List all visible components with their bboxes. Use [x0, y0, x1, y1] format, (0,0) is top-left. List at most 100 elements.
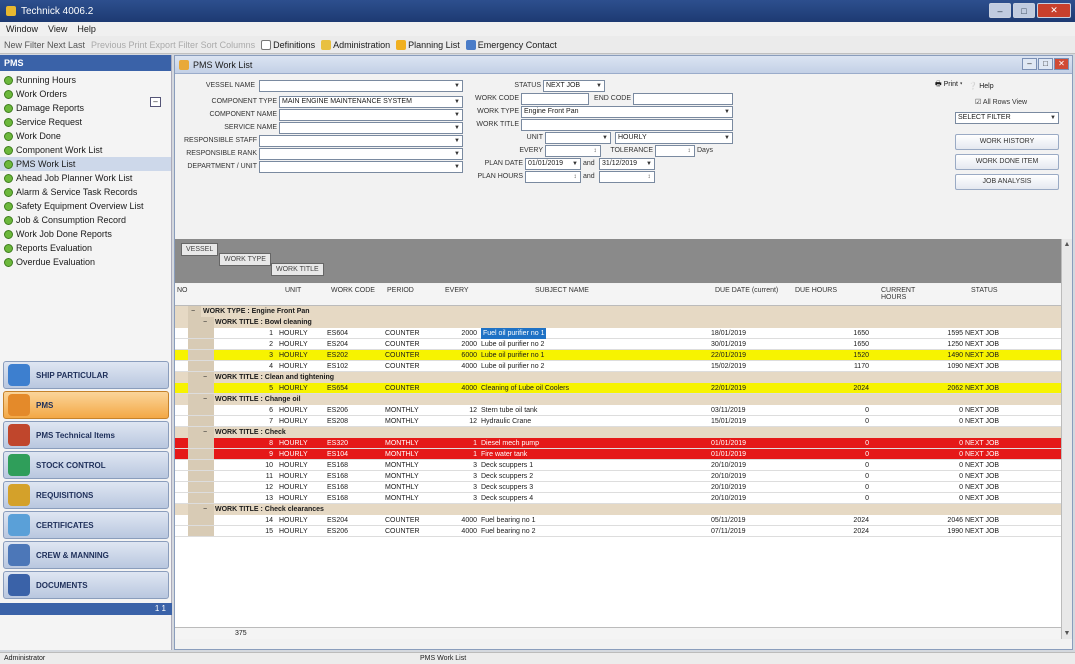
help-button[interactable]: ❔ Help: [969, 82, 994, 90]
menu-window[interactable]: Window: [6, 24, 38, 34]
group-chip-work-title[interactable]: WORK TITLE: [271, 263, 324, 276]
table-row[interactable]: 11 HOURLY ES168 MONTHLY 3 Deck scuppers 2 20/1…: [175, 471, 1061, 482]
module-button[interactable]: PMS: [3, 391, 169, 419]
plan-hours-from[interactable]: ↕: [525, 171, 581, 183]
col-header-due-date[interactable]: DUE DATE (current): [715, 287, 778, 294]
child-close-button[interactable]: ✕: [1054, 58, 1069, 70]
emergency-contact-button[interactable]: Emergency Contact: [465, 39, 557, 50]
collapse-group-icon[interactable]: −: [203, 427, 207, 438]
plan-date-to[interactable]: 31/12/2019 ▼: [599, 158, 655, 170]
child-restore-button[interactable]: □: [1038, 58, 1053, 70]
sidebar-item[interactable]: Reports Evaluation: [0, 241, 171, 255]
module-button[interactable]: CERTIFICATES: [3, 511, 169, 539]
vertical-scrollbar[interactable]: ▲ ▼: [1061, 239, 1072, 639]
work-title-input[interactable]: [521, 119, 733, 131]
module-button[interactable]: DOCUMENTS: [3, 571, 169, 599]
col-header-no[interactable]: NO: [177, 287, 188, 294]
sidebar-item[interactable]: Running Hours: [0, 73, 171, 87]
table-row[interactable]: 1 HOURLY ES604 COUNTER 2000 Fuel oil purifier…: [175, 328, 1061, 339]
plan-hours-to[interactable]: ↕: [599, 171, 655, 183]
table-row[interactable]: 12 HOURLY ES168 MONTHLY 3 Deck scuppers 3 20/1…: [175, 482, 1061, 493]
sidebar-item[interactable]: Work Done: [0, 129, 171, 143]
tolerance-input[interactable]: ↕: [655, 145, 695, 157]
sidebar-item[interactable]: Safety Equipment Overview List: [0, 199, 171, 213]
col-header-current-hours[interactable]: CURRENT HOURS: [881, 287, 925, 301]
sidebar-item[interactable]: Alarm & Service Task Records: [0, 185, 171, 199]
group-chip-work-type[interactable]: WORK TYPE: [219, 253, 271, 266]
col-header-unit[interactable]: UNIT: [285, 287, 301, 294]
module-button[interactable]: SHIP PARTICULAR: [3, 361, 169, 389]
table-row[interactable]: 4 HOURLY ES102 COUNTER 4000 Lube oil purifier…: [175, 361, 1061, 372]
work-title-group-row[interactable]: − WORK TITLE : Change oil: [175, 394, 1061, 405]
module-button[interactable]: REQUISITIONS: [3, 481, 169, 509]
work-type-select[interactable]: Engine Front Pan ▼: [521, 106, 733, 118]
child-minimize-button[interactable]: –: [1022, 58, 1037, 70]
module-button[interactable]: CREW & MANNING: [3, 541, 169, 569]
minimize-button[interactable]: –: [989, 3, 1011, 18]
table-row[interactable]: 2 HOURLY ES204 COUNTER 2000 Lube oil purifier…: [175, 339, 1061, 350]
vessel-name-select[interactable]: ▼: [259, 80, 463, 92]
sidebar-item[interactable]: Overdue Evaluation: [0, 255, 171, 269]
responsible-staff-select[interactable]: ▼: [259, 135, 463, 147]
menu-view[interactable]: View: [48, 24, 67, 34]
module-button[interactable]: STOCK CONTROL: [3, 451, 169, 479]
administration-button[interactable]: Administration: [321, 39, 390, 50]
every-input[interactable]: ↕: [545, 145, 601, 157]
table-row[interactable]: 5 HOURLY ES654 COUNTER 4000 Cleaning of Lube …: [175, 383, 1061, 394]
component-type-select[interactable]: MAIN ENGINE MAINTENANCE SYSTEM ▼: [279, 96, 463, 108]
sidebar-item[interactable]: Service Request: [0, 115, 171, 129]
component-name-select[interactable]: ▼: [279, 109, 463, 121]
job-analysis-button[interactable]: JOB ANALYSIS: [955, 174, 1059, 190]
group-chip-vessel[interactable]: VESSEL: [181, 243, 219, 256]
work-code-input[interactable]: [521, 93, 589, 105]
menu-help[interactable]: Help: [77, 24, 96, 34]
table-row[interactable]: 9 HOURLY ES104 MONTHLY 1 Fire water tank 01/01…: [175, 449, 1061, 460]
unit-select[interactable]: ▼: [545, 132, 611, 144]
table-row[interactable]: 6 HOURLY ES206 MONTHLY 12 Stern tube oil tank…: [175, 405, 1061, 416]
service-name-select[interactable]: ▼: [279, 122, 463, 134]
module-button[interactable]: PMS Technical Items: [3, 421, 169, 449]
table-row[interactable]: 7 HOURLY ES208 MONTHLY 12 Hydraulic Crane 15/0…: [175, 416, 1061, 427]
maximize-button[interactable]: □: [1013, 3, 1035, 18]
col-header-subject[interactable]: SUBJECT NAME: [535, 287, 589, 294]
scroll-up-arrow-icon[interactable]: ▲: [1062, 239, 1072, 250]
definitions-button[interactable]: Definitions: [261, 39, 315, 50]
table-row[interactable]: 8 HOURLY ES320 MONTHLY 1 Diesel mech pump 01/0…: [175, 438, 1061, 449]
collapse-group-icon[interactable]: −: [191, 306, 195, 317]
sidebar-item[interactable]: Damage Reports: [0, 101, 171, 115]
collapse-group-icon[interactable]: −: [203, 317, 207, 328]
work-title-group-row[interactable]: − WORK TITLE : Check clearances: [175, 504, 1061, 515]
col-header-due-hours[interactable]: DUE HOURS: [795, 287, 837, 294]
col-header-every[interactable]: EVERY: [445, 287, 469, 294]
col-header-period[interactable]: PERIOD: [387, 287, 414, 294]
scroll-down-arrow-icon[interactable]: ▼: [1062, 628, 1072, 639]
table-row[interactable]: 3 HOURLY ES202 COUNTER 6000 Lube oil purifier…: [175, 350, 1061, 361]
work-history-button[interactable]: WORK HISTORY: [955, 134, 1059, 150]
select-filter-dropdown[interactable]: SELECT FILTER ▼: [955, 112, 1059, 124]
print-button[interactable]: 🖶 Print ▾: [935, 80, 963, 91]
sidebar-item[interactable]: Work Job Done Reports: [0, 227, 171, 241]
work-title-group-row[interactable]: − WORK TITLE : Bowl cleaning: [175, 317, 1061, 328]
toolbar-nav-buttons[interactable]: New Filter Next Last: [4, 40, 85, 50]
department-select[interactable]: ▼: [259, 161, 463, 173]
planning-list-button[interactable]: Planning List: [396, 39, 460, 50]
table-row[interactable]: 15 HOURLY ES206 COUNTER 4000 Fuel bearing no …: [175, 526, 1061, 537]
all-rows-checkbox[interactable]: ☑ All Rows View: [975, 98, 1027, 106]
status-select[interactable]: NEXT JOB ▼: [543, 80, 605, 92]
work-title-group-row[interactable]: − WORK TITLE : Clean and tightening: [175, 372, 1061, 383]
collapse-group-icon[interactable]: −: [203, 372, 207, 383]
table-row[interactable]: 13 HOURLY ES168 MONTHLY 3 Deck scuppers 4 20/1…: [175, 493, 1061, 504]
table-row[interactable]: 14 HOURLY ES204 COUNTER 4000 Fuel bearing no …: [175, 515, 1061, 526]
table-row[interactable]: 10 HOURLY ES168 MONTHLY 3 Deck scuppers 1 20/1…: [175, 460, 1061, 471]
col-header-status[interactable]: STATUS: [971, 287, 998, 294]
responsible-rank-select[interactable]: ▼: [259, 148, 463, 160]
sidebar-item[interactable]: Component Work List: [0, 143, 171, 157]
work-type-group-row[interactable]: − WORK TYPE : Engine Front Pan: [175, 306, 1061, 317]
work-title-group-row[interactable]: − WORK TITLE : Check: [175, 427, 1061, 438]
sidebar-collapse-toggle[interactable]: –: [150, 97, 161, 107]
collapse-group-icon[interactable]: −: [203, 394, 207, 405]
unit-period-select[interactable]: HOURLY ▼: [615, 132, 733, 144]
work-done-item-button[interactable]: WORK DONE ITEM: [955, 154, 1059, 170]
sidebar-item[interactable]: Work Orders: [0, 87, 171, 101]
close-button[interactable]: ✕: [1037, 3, 1071, 18]
